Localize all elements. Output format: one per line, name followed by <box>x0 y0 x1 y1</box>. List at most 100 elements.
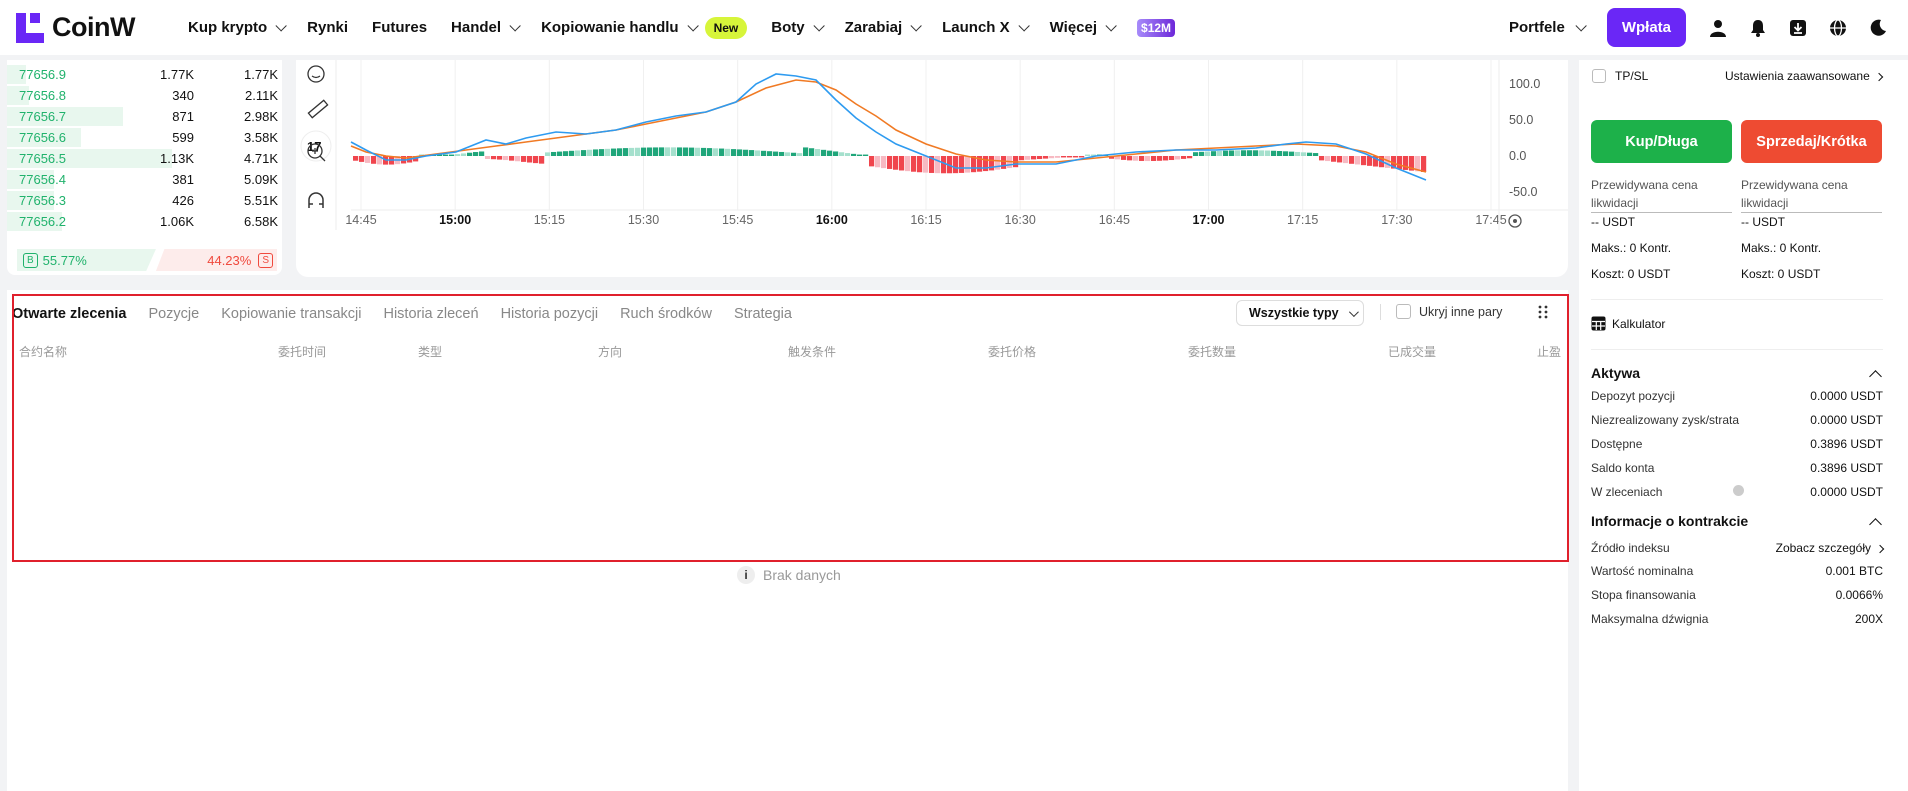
histogram-bar <box>1217 150 1223 156</box>
macd-chart-panel: 14:45 15:00 15:15 15:30 15:45 16:00 16:15 16:30… <box>296 60 1568 277</box>
histogram-bar <box>581 150 587 156</box>
nav-item-zarabiaj[interactable]: Zarabiaj <box>845 19 922 36</box>
emoji-icon[interactable] <box>307 65 325 83</box>
histogram-bar <box>575 150 581 156</box>
histogram-bar <box>1313 153 1319 156</box>
x-tick-label: 16:45 <box>1099 213 1130 227</box>
orderbook-total: 5.09K <box>244 172 278 187</box>
buy-liq-label-line1: Przewidywana cena <box>1591 178 1698 192</box>
histogram-bar <box>485 156 491 159</box>
x-tick-label: 14:45 <box>345 213 376 227</box>
nav-item-kopiowanie-handlu[interactable]: Kopiowanie handlu New <box>541 16 748 39</box>
column-header[interactable]: 委托时间 <box>278 343 326 360</box>
coinw-logo[interactable]: CoinW <box>16 12 171 43</box>
wallets-menu[interactable]: Portfele <box>1509 19 1587 36</box>
orderbook-quantity: 599 <box>172 130 194 145</box>
orderbook-row[interactable]: 77656.8 340 2.11K <box>7 85 282 106</box>
sell-short-button[interactable]: Sprzedaj/Krótka <box>1741 120 1882 163</box>
histogram-bar <box>959 156 965 173</box>
nav-item-launch-x[interactable]: Launch X <box>942 19 1030 36</box>
calculator-button[interactable]: Kalkulator <box>1591 316 1665 331</box>
histogram-bar <box>1259 150 1265 156</box>
x-tick-label: 15:45 <box>722 213 753 227</box>
tab-0[interactable]: Otwarte zlecenia <box>12 306 126 322</box>
histogram-bar <box>1079 156 1085 158</box>
index-source-link[interactable]: Zobacz szczegóły <box>1776 541 1885 555</box>
orderbook-total: 1.77K <box>244 67 278 82</box>
macd-chart[interactable]: 14:45 15:00 15:15 15:30 15:45 16:00 16:15 16:30… <box>296 60 1568 277</box>
histogram-bar <box>797 153 803 156</box>
orderbook-row[interactable]: 77656.2 1.06K 6.58K <box>7 211 282 232</box>
tab-1[interactable]: Pozycje <box>148 306 199 322</box>
tpsl-checkbox[interactable] <box>1592 69 1606 83</box>
orderbook-row[interactable]: 77656.7 871 2.98K <box>7 106 282 127</box>
histogram-bar <box>617 148 623 156</box>
globe-icon[interactable] <box>1828 18 1848 38</box>
download-icon[interactable] <box>1788 18 1808 38</box>
promo-badge[interactable]: $12M <box>1137 18 1176 37</box>
orders-panel <box>7 290 1568 791</box>
buy-liq-value: -- USDT <box>1591 215 1635 229</box>
orderbook-row[interactable]: 77656.3 426 5.51K <box>7 190 282 211</box>
orderbook-row[interactable]: 77656.4 381 5.09K <box>7 169 282 190</box>
sell-liq-label-line1: Przewidywana cena <box>1741 178 1848 192</box>
histogram-bar <box>467 152 473 156</box>
x-tick-label: 16:00 <box>816 213 848 227</box>
column-header[interactable]: 委托价格 <box>988 343 1036 360</box>
hide-other-pairs-toggle[interactable]: Ukryj inne pary <box>1396 304 1502 319</box>
nav-item-label: Handel <box>451 19 502 36</box>
nav-item-futures[interactable]: Futures <box>372 19 427 36</box>
tab-5[interactable]: Ruch środków <box>620 306 712 322</box>
nav-item-handel[interactable]: Handel <box>451 19 521 36</box>
histogram-bar <box>707 148 713 156</box>
column-header[interactable]: 类型 <box>418 343 442 360</box>
nav-item-rynki[interactable]: Rynki <box>307 19 348 36</box>
bell-icon[interactable] <box>1748 18 1768 38</box>
deposit-button[interactable]: Wpłata <box>1606 8 1686 47</box>
tab-2[interactable]: Kopiowanie transakcji <box>221 306 361 322</box>
column-header[interactable]: 已成交量 <box>1388 343 1436 360</box>
orderbook-row[interactable]: 77656.6 599 3.58K <box>7 127 282 148</box>
nav-item-boty[interactable]: Boty <box>771 19 825 36</box>
sell-cost: Koszt: 0 USDT <box>1741 267 1821 281</box>
nav-item-kup-krypto[interactable]: Kup krypto <box>188 19 287 36</box>
histogram-bar <box>599 149 605 156</box>
column-header[interactable]: 合约名称 <box>19 343 67 360</box>
orderbook-row[interactable]: 77656.9 1.77K 1.77K <box>7 64 282 85</box>
help-icon[interactable] <box>1733 485 1745 496</box>
histogram-bar <box>935 156 941 174</box>
drag-handle-icon[interactable] <box>1538 305 1548 319</box>
magnet-icon[interactable] <box>308 192 324 208</box>
hide-other-pairs-checkbox[interactable] <box>1396 304 1411 319</box>
histogram-bar <box>1049 156 1055 159</box>
orderbook-total: 2.98K <box>244 109 278 124</box>
histogram-bar <box>641 147 647 156</box>
histogram-bar <box>623 148 629 156</box>
orderbook-quantity: 871 <box>172 109 194 124</box>
order-type-select[interactable]: Wszystkie typy <box>1236 300 1364 326</box>
tab-4[interactable]: Historia pozycji <box>501 306 599 322</box>
tab-3[interactable]: Historia zleceń <box>383 306 478 322</box>
buy-long-button[interactable]: Kup/Długa <box>1591 120 1732 163</box>
column-header[interactable]: 止盈 <box>1537 343 1561 360</box>
column-header[interactable]: 触发条件 <box>788 343 836 360</box>
histogram-bar <box>647 147 653 156</box>
new-badge: New <box>704 16 748 39</box>
histogram-bar <box>857 154 863 156</box>
info-row-label: W zleceniach <box>1591 485 1663 499</box>
ruler-icon[interactable] <box>307 99 329 119</box>
histogram-bar <box>953 156 959 174</box>
moon-icon[interactable] <box>1868 18 1888 38</box>
nav-item-label: Kup krypto <box>188 19 268 36</box>
histogram-bar <box>803 147 809 156</box>
user-icon[interactable] <box>1708 18 1728 38</box>
orderbook-row[interactable]: 77656.5 1.13K 4.71K <box>7 148 282 169</box>
advanced-settings-link[interactable]: Ustawienia zaawansowane <box>1725 69 1883 83</box>
histogram-bar <box>689 147 695 156</box>
tab-6[interactable]: Strategia <box>734 306 792 322</box>
nav-item-wi-cej[interactable]: Więcej <box>1050 19 1117 36</box>
histogram-bar <box>1019 156 1025 161</box>
histogram-bar <box>449 154 455 156</box>
column-header[interactable]: 方向 <box>598 343 622 360</box>
column-header[interactable]: 委托数量 <box>1188 343 1236 360</box>
